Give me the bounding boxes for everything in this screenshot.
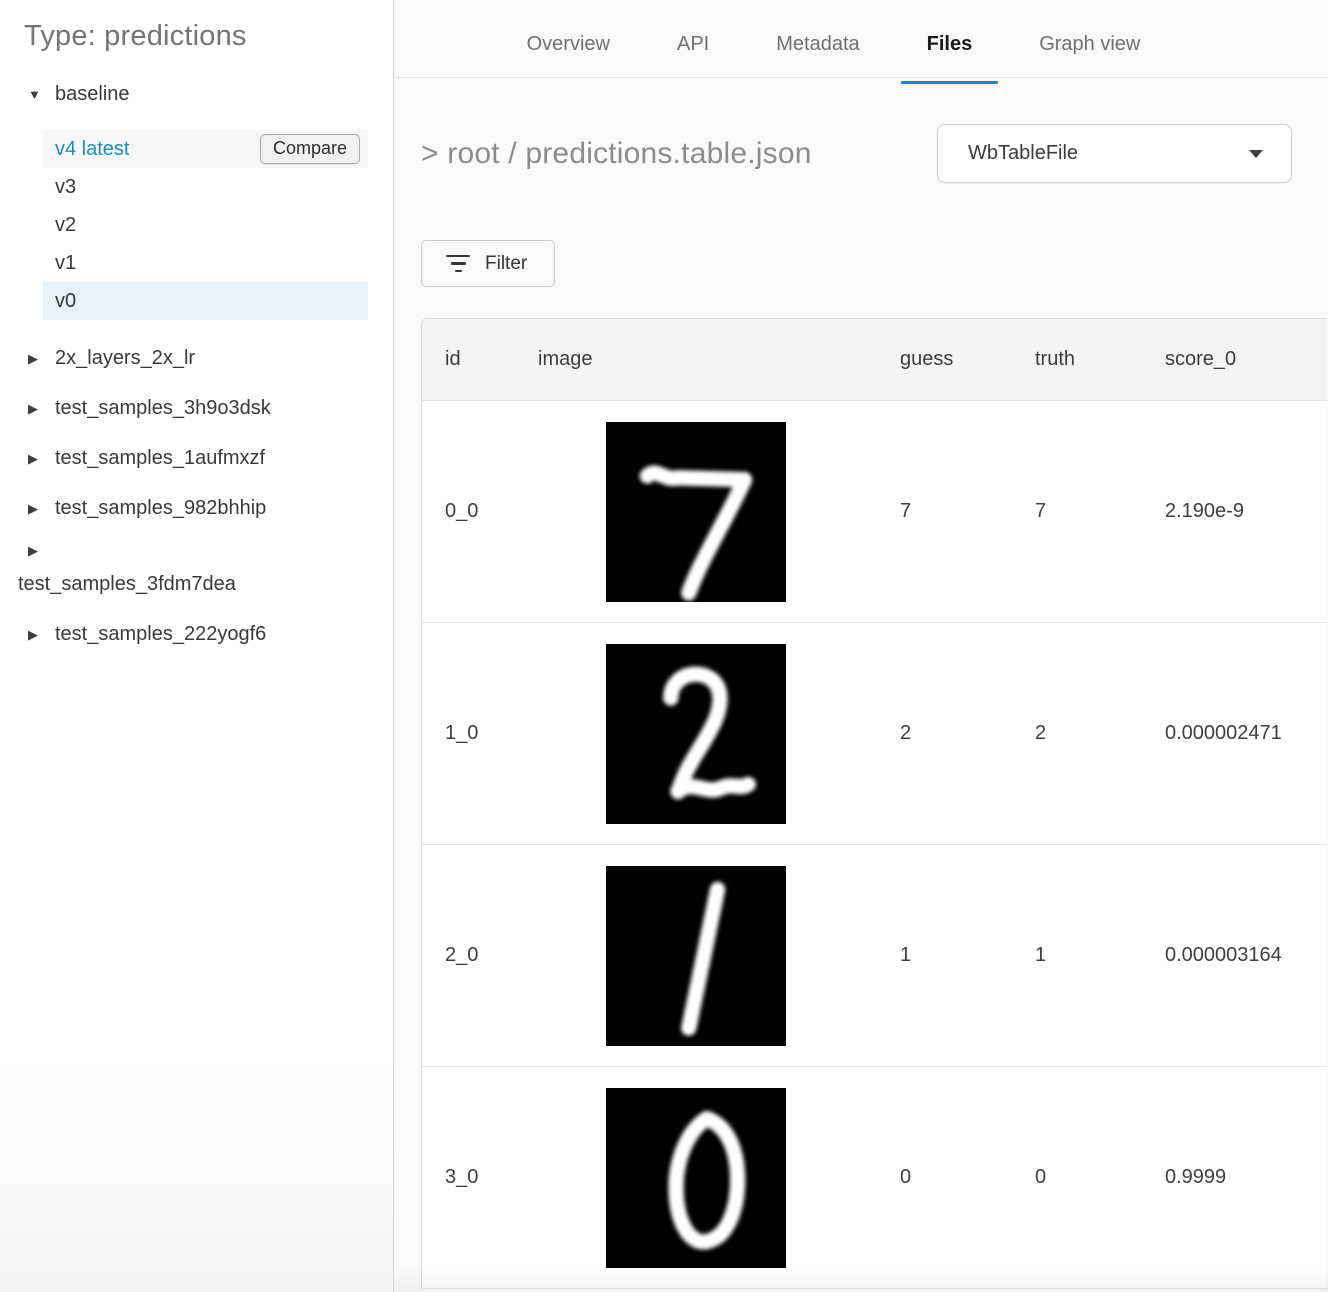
- sidebar-item-test-samples-222yogf6[interactable]: ▶ test_samples_222yogf6: [0, 623, 393, 646]
- mnist-digit-image[interactable]: [606, 1088, 786, 1268]
- version-item-v0[interactable]: v0: [43, 282, 368, 320]
- chevron-right-icon[interactable]: ▶: [28, 502, 42, 515]
- breadcrumb[interactable]: > root / predictions.table.json: [421, 137, 812, 171]
- version-item-v2[interactable]: v2: [43, 206, 368, 244]
- cell-guess: 2: [877, 722, 1012, 745]
- filter-button-label: Filter: [485, 253, 527, 275]
- cell-truth: 1: [1012, 944, 1142, 967]
- sidebar-item-test-samples-1aufmxzf[interactable]: ▶ test_samples_1aufmxzf: [0, 447, 393, 470]
- file-type-dropdown[interactable]: WbTableFile: [937, 124, 1292, 183]
- version-item-v3[interactable]: v3: [43, 168, 368, 206]
- version-item-v1[interactable]: v1: [43, 244, 368, 282]
- tab-files[interactable]: Files: [927, 12, 973, 77]
- tab-api[interactable]: API: [677, 12, 709, 77]
- version-label[interactable]: v0: [55, 290, 76, 313]
- mnist-digit-image[interactable]: [606, 422, 786, 602]
- artifact-name: test_samples_3fdm7dea: [18, 573, 393, 596]
- artifact-name: baseline: [55, 83, 130, 106]
- cell-guess: 0: [877, 1166, 1012, 1189]
- column-header-score-0[interactable]: score_0: [1142, 348, 1327, 371]
- cell-truth: 7: [1012, 500, 1142, 523]
- artifact-name: test_samples_982bhhip: [55, 497, 266, 520]
- chevron-down-icon[interactable]: ▼: [28, 88, 42, 101]
- cell-image: [515, 1088, 877, 1268]
- chevron-right-icon[interactable]: ▶: [28, 402, 42, 415]
- mnist-digit-image[interactable]: [606, 644, 786, 824]
- version-item-v4[interactable]: v4 latest Compare: [43, 130, 368, 168]
- artifact-name: test_samples_222yogf6: [55, 623, 266, 646]
- sidebar-item-2x-layers-2x-lr[interactable]: ▶ 2x_layers_2x_lr: [0, 347, 393, 370]
- version-label[interactable]: v1: [55, 252, 76, 275]
- cell-guess: 7: [877, 500, 1012, 523]
- filter-icon: [446, 255, 470, 273]
- tab-graph-view[interactable]: Graph view: [1039, 12, 1140, 77]
- cell-image: [515, 866, 877, 1046]
- table-row: 3_0000.9999: [422, 1067, 1327, 1289]
- cell-truth: 0: [1012, 1166, 1142, 1189]
- chevron-down-icon: [1249, 150, 1263, 158]
- chevron-right-icon[interactable]: ▶: [28, 544, 42, 557]
- version-label[interactable]: v2: [55, 214, 76, 237]
- sidebar-item-baseline[interactable]: ▼ baseline: [0, 83, 393, 106]
- column-header-guess[interactable]: guess: [877, 348, 1012, 371]
- artifact-sidebar: Type: predictions ▼ baseline v4 latest Comp…: [0, 0, 394, 1292]
- artifact-tree: ▼ baseline v4 latest Compare v3 v2 v1 v0 ▶ 2x_lay…: [0, 83, 393, 646]
- cell-guess: 1: [877, 944, 1012, 967]
- cell-id: 1_0: [422, 722, 515, 745]
- column-header-truth[interactable]: truth: [1012, 348, 1142, 371]
- cell-image: [515, 422, 877, 602]
- breadcrumb-row: > root / predictions.table.json WbTableF…: [421, 124, 1292, 183]
- version-label[interactable]: v3: [55, 176, 76, 199]
- sidebar-item-test-samples-3h9o3dsk[interactable]: ▶ test_samples_3h9o3dsk: [0, 397, 393, 420]
- table-row: 1_0220.000002471: [422, 623, 1327, 845]
- filter-button[interactable]: Filter: [421, 240, 555, 287]
- chevron-right-icon[interactable]: ▶: [28, 352, 42, 365]
- version-label[interactable]: v4 latest: [55, 138, 129, 161]
- cell-id: 3_0: [422, 1166, 515, 1189]
- cell-score-0: 0.000002471: [1142, 722, 1327, 745]
- mnist-digit-image[interactable]: [606, 866, 786, 1046]
- artifact-name: test_samples_1aufmxzf: [55, 447, 265, 470]
- main-panel: Overview API Metadata Files Graph view > roo…: [394, 0, 1328, 1292]
- tab-overview[interactable]: Overview: [527, 12, 610, 77]
- column-header-image[interactable]: image: [515, 348, 877, 371]
- cell-id: 0_0: [422, 500, 515, 523]
- cell-score-0: 2.190e-9: [1142, 500, 1327, 523]
- tab-bar: Overview API Metadata Files Graph view: [394, 0, 1328, 78]
- tab-metadata[interactable]: Metadata: [776, 12, 859, 77]
- cell-image: [515, 644, 877, 824]
- artifact-name: 2x_layers_2x_lr: [55, 347, 195, 370]
- sidebar-item-test-samples-3fdm7dea[interactable]: ▶ test_samples_3fdm7dea: [0, 544, 393, 596]
- table-row: 0_0772.190e-9: [422, 401, 1327, 623]
- table-row: 2_0110.000003164: [422, 845, 1327, 1067]
- predictions-table: idimageguesstruthscore_00_0772.190e-91_0…: [421, 318, 1327, 1289]
- sidebar-item-test-samples-982bhhip[interactable]: ▶ test_samples_982bhhip: [0, 497, 393, 520]
- column-header-id[interactable]: id: [422, 348, 515, 371]
- sidebar-title: Type: predictions: [24, 20, 393, 53]
- table-header-row: idimageguesstruthscore_0: [422, 319, 1327, 401]
- cell-id: 2_0: [422, 944, 515, 967]
- artifact-name: test_samples_3h9o3dsk: [55, 397, 271, 420]
- cell-truth: 2: [1012, 722, 1142, 745]
- file-type-value: WbTableFile: [968, 142, 1078, 165]
- files-content: > root / predictions.table.json WbTableF…: [394, 78, 1328, 1292]
- compare-button[interactable]: Compare: [260, 134, 360, 164]
- cell-score-0: 0.000003164: [1142, 944, 1327, 967]
- artifact-browser: Type: predictions ▼ baseline v4 latest Comp…: [0, 0, 1328, 1292]
- cell-score-0: 0.9999: [1142, 1166, 1327, 1189]
- chevron-right-icon[interactable]: ▶: [28, 452, 42, 465]
- chevron-right-icon[interactable]: ▶: [28, 628, 42, 641]
